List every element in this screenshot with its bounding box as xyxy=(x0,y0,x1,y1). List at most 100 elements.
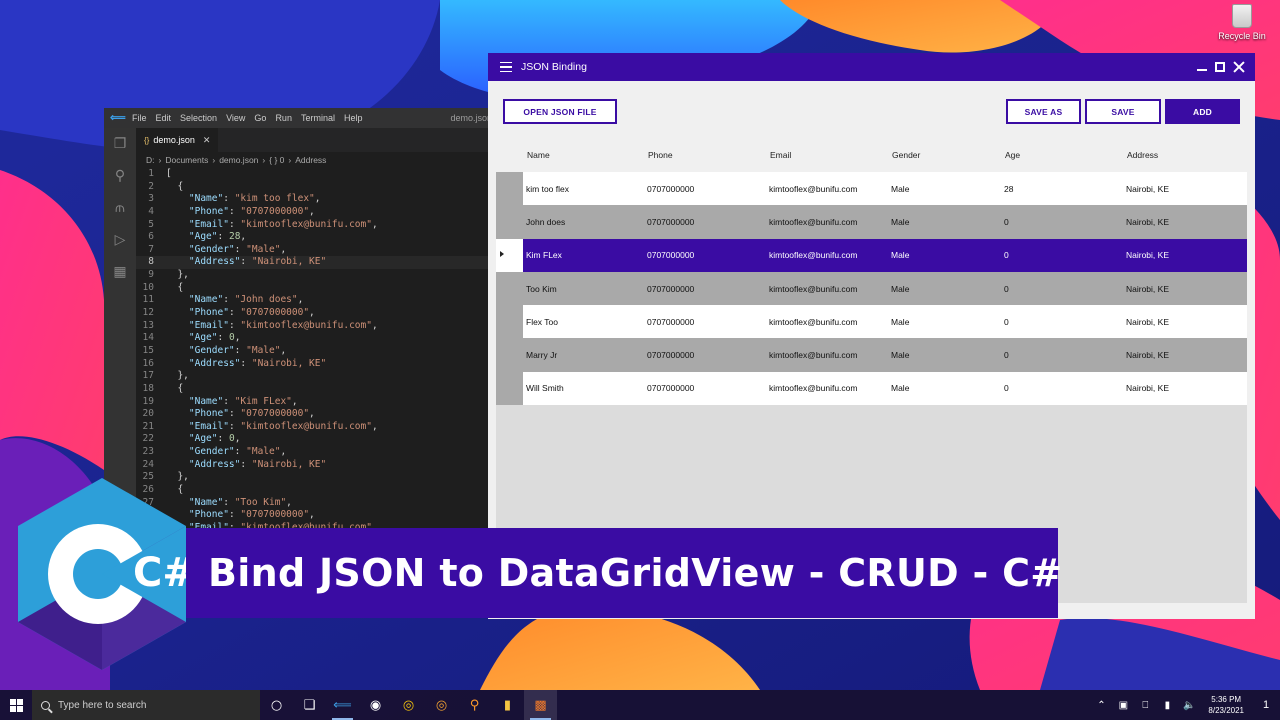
code-line[interactable]: 9 }, xyxy=(136,269,494,282)
cell-phone[interactable]: 0707000000 xyxy=(647,372,694,405)
cell-gender[interactable]: Male xyxy=(891,205,909,238)
row-header[interactable] xyxy=(496,205,523,239)
breadcrumb-item[interactable]: Address xyxy=(295,155,326,165)
cell-gender[interactable]: Male xyxy=(891,372,909,405)
breadcrumb-item[interactable]: demo.json xyxy=(219,155,258,165)
code-line[interactable]: 15 "Gender": "Male", xyxy=(136,345,494,358)
hamburger-menu-icon[interactable] xyxy=(500,61,512,73)
table-row[interactable]: Marry Jr 0707000000 kimtooflex@bunifu.com M… xyxy=(496,338,1247,372)
vscode-taskbar-icon[interactable]: ⟸ xyxy=(326,690,359,720)
cell-address[interactable]: Nairobi, KE xyxy=(1126,305,1169,338)
code-line[interactable]: 10 { xyxy=(136,282,494,295)
cell-email[interactable]: kimtooflex@bunifu.com xyxy=(769,272,857,305)
cell-email[interactable]: kimtooflex@bunifu.com xyxy=(769,172,857,205)
cell-address[interactable]: Nairobi, KE xyxy=(1126,205,1169,238)
column-header-phone[interactable]: Phone xyxy=(648,139,673,172)
cell-name[interactable]: kim too flex xyxy=(526,172,569,205)
column-header-age[interactable]: Age xyxy=(1005,139,1020,172)
code-line[interactable]: 12 "Phone": "0707000000", xyxy=(136,307,494,320)
cell-phone[interactable]: 0707000000 xyxy=(647,338,694,371)
start-button[interactable] xyxy=(0,690,32,720)
cell-phone[interactable]: 0707000000 xyxy=(647,239,694,272)
row-header[interactable] xyxy=(496,238,523,272)
code-line[interactable]: 4 "Phone": "0707000000", xyxy=(136,206,494,219)
code-line[interactable]: 1[ xyxy=(136,168,494,181)
vscode-menu-help[interactable]: Help xyxy=(344,113,363,123)
cell-age[interactable]: 0 xyxy=(1004,372,1009,405)
cell-phone[interactable]: 0707000000 xyxy=(647,305,694,338)
code-line[interactable]: 23 "Gender": "Male", xyxy=(136,446,494,459)
code-line[interactable]: 7 "Gender": "Male", xyxy=(136,244,494,257)
notification-center-icon[interactable]: 1 xyxy=(1252,699,1280,711)
row-header[interactable] xyxy=(496,172,523,206)
volume-icon[interactable]: 🔈 xyxy=(1178,700,1200,711)
search-tool-icon[interactable]: ⚲ xyxy=(458,690,491,720)
vscode-menu-file[interactable]: File xyxy=(132,113,147,123)
cell-name[interactable]: Too Kim xyxy=(526,272,557,305)
code-line[interactable]: 6 "Age": 28, xyxy=(136,231,494,244)
cell-email[interactable]: kimtooflex@bunifu.com xyxy=(769,239,857,272)
code-line[interactable]: 26 { xyxy=(136,484,494,497)
vscode-menu-go[interactable]: Go xyxy=(254,113,266,123)
cell-gender[interactable]: Male xyxy=(891,338,909,371)
breadcrumb-item[interactable]: { } 0 xyxy=(269,155,284,165)
cell-age[interactable]: 0 xyxy=(1004,205,1009,238)
breadcrumb-item[interactable]: Documents xyxy=(165,155,208,165)
column-header-gender[interactable]: Gender xyxy=(892,139,920,172)
cell-address[interactable]: Nairobi, KE xyxy=(1126,338,1169,371)
cell-phone[interactable]: 0707000000 xyxy=(647,172,694,205)
code-editor[interactable]: 1[2 {3 "Name": "kim too flex", 4 "Phone":… xyxy=(136,168,494,548)
chrome-canary-icon[interactable]: ◎ xyxy=(425,690,458,720)
table-row[interactable]: Will Smith 0707000000 kimtooflex@bunifu.co… xyxy=(496,371,1247,406)
row-header[interactable] xyxy=(496,271,523,306)
cell-gender[interactable]: Male xyxy=(891,172,909,205)
row-header[interactable] xyxy=(496,371,523,406)
column-header-name[interactable]: Name xyxy=(527,139,550,172)
recycle-bin-shortcut[interactable]: Recycle Bin xyxy=(1218,4,1266,41)
code-line[interactable]: 22 "Age": 0, xyxy=(136,433,494,446)
add-button[interactable]: ADD xyxy=(1165,99,1240,124)
table-row[interactable]: John does 0707000000 kimtooflex@bunifu.com… xyxy=(496,205,1247,239)
cell-email[interactable]: kimtooflex@bunifu.com xyxy=(769,305,857,338)
column-header-email[interactable]: Email xyxy=(770,139,791,172)
cell-name[interactable]: Will Smith xyxy=(526,372,564,405)
task-view-icon[interactable]: ❏ xyxy=(293,690,326,720)
cell-address[interactable]: Nairobi, KE xyxy=(1126,172,1169,205)
cell-name[interactable]: Kim FLex xyxy=(526,239,562,272)
cell-email[interactable]: kimtooflex@bunifu.com xyxy=(769,205,857,238)
cell-age[interactable]: 0 xyxy=(1004,272,1009,305)
column-header-address[interactable]: Address xyxy=(1127,139,1158,172)
cell-name[interactable]: Marry Jr xyxy=(526,338,557,371)
code-line[interactable]: 2 { xyxy=(136,181,494,194)
vscode-menu-edit[interactable]: Edit xyxy=(156,113,172,123)
code-line[interactable]: 11 "Name": "John does", xyxy=(136,294,494,307)
table-row[interactable]: Flex Too 0707000000 kimtooflex@bunifu.com M… xyxy=(496,305,1247,339)
taskbar-search-box[interactable]: Type here to search xyxy=(32,690,260,720)
network-icon[interactable]: ⎕ xyxy=(1134,700,1156,711)
code-line[interactable]: 8 "Address": "Nairobi, KE" xyxy=(136,256,494,270)
clock[interactable]: 5:36 PM 8/23/2021 xyxy=(1200,694,1252,716)
minimize-icon[interactable] xyxy=(1197,69,1207,71)
code-line[interactable]: 20 "Phone": "0707000000", xyxy=(136,408,494,421)
extensions-icon[interactable]: ▦ xyxy=(104,256,136,288)
search-icon[interactable]: ⚲ xyxy=(104,160,136,192)
battery-icon[interactable]: ▮ xyxy=(1156,700,1178,711)
tray-app-icon[interactable]: ▣ xyxy=(1112,700,1134,711)
code-line[interactable]: 5 "Email": "kimtooflex@bunifu.com", xyxy=(136,219,494,232)
cell-address[interactable]: Nairobi, KE xyxy=(1126,272,1169,305)
json-binding-taskbar-icon[interactable]: ▩ xyxy=(524,690,557,720)
cell-age[interactable]: 28 xyxy=(1004,172,1013,205)
row-header[interactable] xyxy=(496,338,523,372)
table-row[interactable]: Kim FLex 0707000000 kimtooflex@bunifu.com M… xyxy=(496,238,1247,272)
code-line[interactable]: 19 "Name": "Kim FLex", xyxy=(136,396,494,409)
tab-demo-json[interactable]: {} demo.json ✕ xyxy=(136,128,218,152)
row-header[interactable] xyxy=(496,305,523,339)
close-tab-icon[interactable]: ✕ xyxy=(203,135,211,146)
cell-gender[interactable]: Male xyxy=(891,272,909,305)
cell-email[interactable]: kimtooflex@bunifu.com xyxy=(769,372,857,405)
vscode-menu-view[interactable]: View xyxy=(226,113,245,123)
vscode-menu-run[interactable]: Run xyxy=(275,113,292,123)
explorer-icon[interactable]: ❐ xyxy=(104,128,136,160)
source-control-icon[interactable]: ⫙ xyxy=(104,192,136,224)
table-row[interactable]: kim too flex 0707000000 kimtooflex@bunifu.… xyxy=(496,172,1247,206)
